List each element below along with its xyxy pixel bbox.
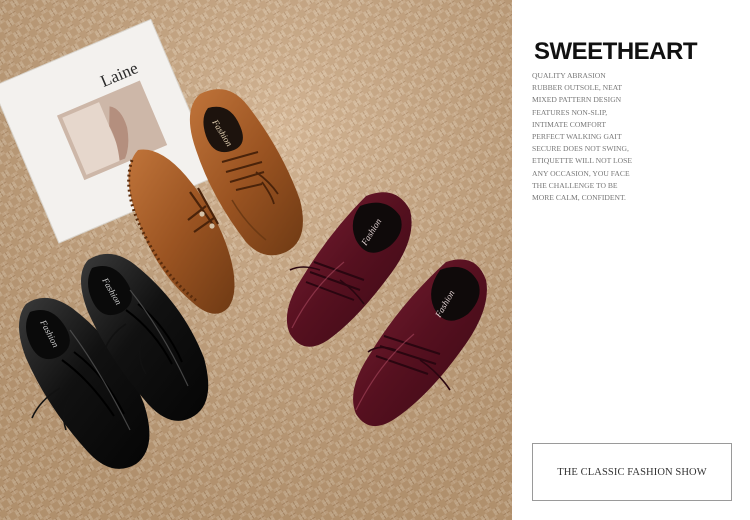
product-photo: Laine Fashion Fashion Fashion Fashion Fa… [0,0,512,520]
description-line: FEATURES NON-SLIP, [532,107,608,117]
description-line: ETIQUETTE WILL NOT LOSE [532,156,633,166]
description-line: MIXED PATTERN DESIGN [532,95,622,105]
feature-description: QUALITY ABRASION RUBBER OUTSOLE, NEAT MI… [532,70,632,204]
description-line: MORE CALM, CONFIDENT. [532,193,626,203]
description-line: PERFECT WALKING GAIT [532,132,622,142]
copy-panel: SWEETHEART QUALITY ABRASION RUBBER OUTSO… [512,0,750,520]
description-line: RUBBER OUTSOLE, NEAT [532,83,623,93]
description-line: QUALITY ABRASION [532,71,606,80]
description-line: THE CHALLENGE TO BE [532,180,618,190]
caption-text: THE CLASSIC FASHION SHOW [557,466,707,478]
description-line: INTIMATE COMFORT [532,119,607,129]
description-line: SECURE DOES NOT SWING, [532,144,629,154]
description-line: ANY OCCASION, YOU FACE [532,168,630,178]
brand-title: SWEETHEART [534,38,698,65]
caption-box: THE CLASSIC FASHION SHOW [532,443,732,501]
